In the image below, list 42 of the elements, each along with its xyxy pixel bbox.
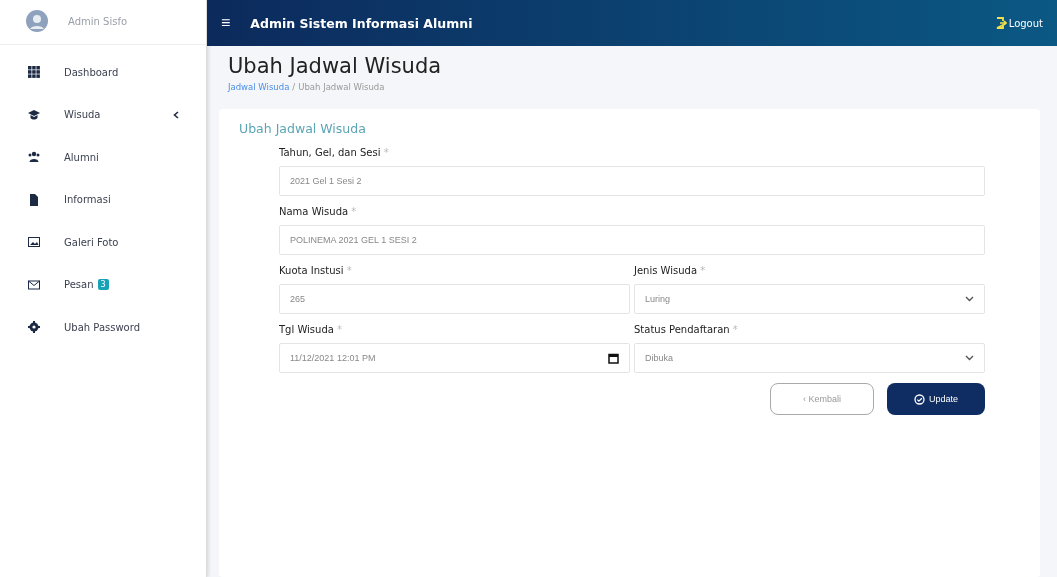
input-field[interactable]: POLINEMA 2021 GEL 1 SESI 2 (279, 225, 985, 255)
date-field[interactable]: 11/12/2021 12:01 PM (279, 343, 630, 373)
menu-button[interactable]: ≡ (221, 14, 231, 32)
card-title: Ubah Jadwal Wisuda (239, 121, 367, 136)
field-label: Status Pendaftaran * (634, 324, 739, 335)
input-field[interactable]: 2021 Gel 1 Sesi 2 (279, 166, 985, 196)
logout-icon (995, 17, 1007, 29)
breadcrumb-separator: / (292, 82, 296, 92)
logout-link[interactable]: Logout (1008, 17, 1043, 29)
users-icon (28, 151, 40, 164)
sidebar-item[interactable]: Dashboard (64, 66, 119, 78)
field-label: Kuota Instusi * (279, 265, 353, 276)
field-label: Jenis Wisuda * (634, 265, 707, 276)
chevron-down-icon (965, 355, 974, 361)
count-badge: 3 (97, 279, 109, 291)
sidebar-item[interactable]: Pesan (64, 279, 94, 291)
check-circle-icon (914, 393, 925, 405)
update-button[interactable]: Update (887, 383, 985, 415)
field-label: Nama Wisuda * (279, 206, 358, 217)
settings-icon (28, 321, 40, 334)
graduation-cap-icon (28, 108, 40, 121)
document-icon (28, 193, 40, 206)
avatar-icon (26, 10, 48, 32)
field-label: Tgl Wisuda * (279, 324, 344, 335)
input-field[interactable]: 265 (279, 284, 630, 314)
sidebar-item[interactable]: Galeri Foto (64, 236, 119, 248)
sidebar-item[interactable]: Alumni (64, 151, 99, 163)
image-icon (28, 236, 40, 249)
field-label: Tahun, Gel, dan Sesi * (279, 147, 390, 158)
sidebar-item[interactable]: Wisuda (64, 109, 101, 121)
select-field[interactable]: Dibuka (634, 343, 985, 373)
page-title: Ubah Jadwal Wisuda (228, 54, 443, 78)
sidebar-item[interactable]: Ubah Password (64, 321, 141, 333)
user-name: Admin Sisfo (68, 15, 128, 27)
select-field[interactable]: Luring (634, 284, 985, 314)
sidebar-item[interactable]: Informasi (64, 194, 111, 206)
grid-icon (28, 66, 40, 79)
chevron-down-icon (965, 296, 974, 302)
envelope-icon (28, 278, 40, 291)
current-page-label: Ubah Jadwal Wisuda (298, 82, 385, 92)
app-title: Admin Sistem Informasi Alumni (250, 15, 474, 31)
calendar-icon[interactable] (608, 352, 619, 364)
